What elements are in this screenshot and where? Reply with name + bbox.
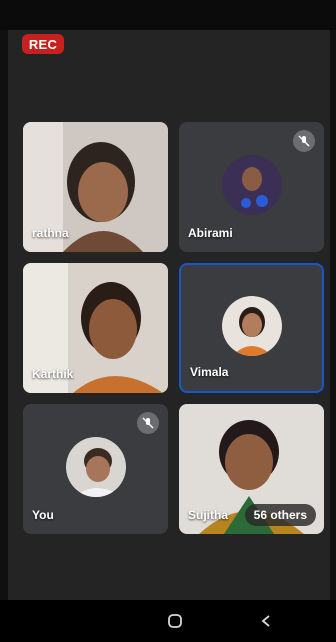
participant-name: rathna <box>32 226 69 240</box>
recording-badge: REC <box>22 34 64 54</box>
participant-tile-karthik[interactable]: Karthik <box>23 263 168 393</box>
participant-name: Abirami <box>188 226 233 240</box>
participant-avatar <box>221 155 282 215</box>
participant-name: Sujitha <box>188 508 229 522</box>
recording-label: REC <box>28 36 58 52</box>
participant-avatar <box>221 296 282 356</box>
participant-name: Vimala <box>190 365 229 379</box>
participant-tile-sujitha[interactable]: Sujitha 56 others <box>179 404 324 534</box>
chevron-back-icon[interactable] <box>255 610 277 632</box>
participant-name: You <box>32 508 54 522</box>
system-nav-bar <box>0 600 336 642</box>
status-bar <box>0 0 336 30</box>
participant-avatar <box>65 437 126 497</box>
participant-name: Karthik <box>32 367 74 381</box>
mic-off-icon <box>137 412 159 434</box>
participant-tile-vimala[interactable]: Vimala <box>179 263 324 393</box>
participant-tile-rathna[interactable]: rathna <box>23 122 168 252</box>
circle-home-icon[interactable] <box>164 610 186 632</box>
participant-tile-you[interactable]: You <box>23 404 168 534</box>
participant-tile-abirami[interactable]: Abirami <box>179 122 324 252</box>
others-count-chip[interactable]: 56 others <box>244 504 316 526</box>
mic-off-icon <box>293 130 315 152</box>
others-count-label: 56 others <box>253 508 307 522</box>
